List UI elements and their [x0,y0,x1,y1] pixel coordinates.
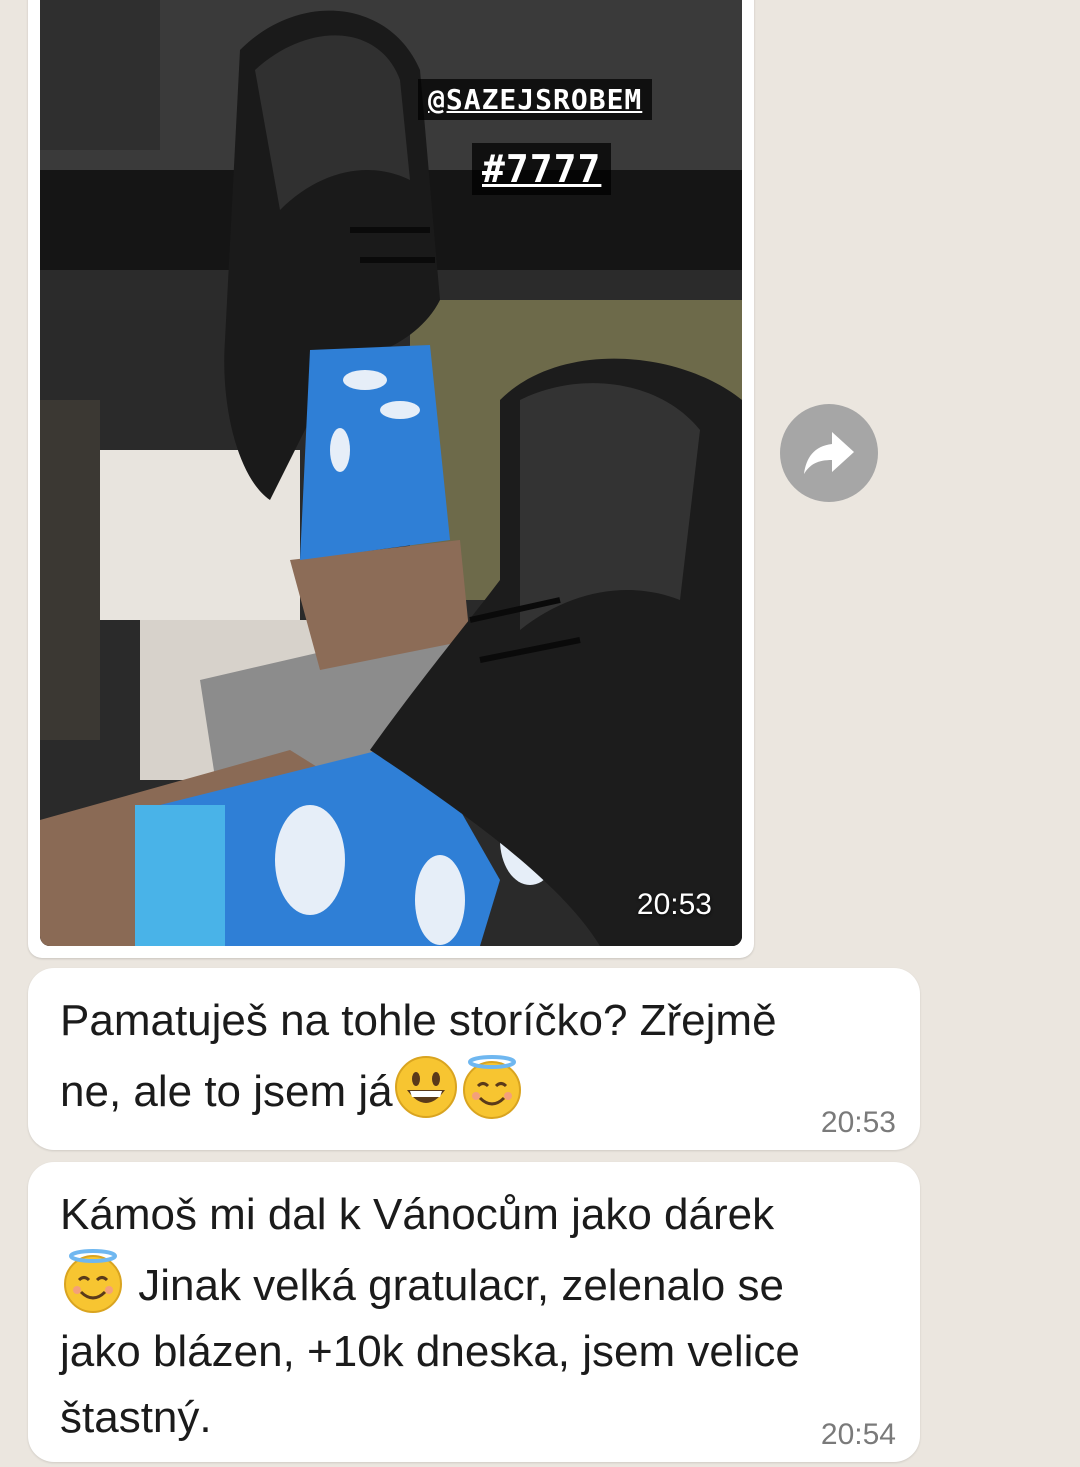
forward-button[interactable] [780,404,878,502]
story-handle-sticker: @SAZEJSROBEM [418,79,653,120]
image-timestamp: 20:53 [636,888,712,921]
message-text-line: jako blázen, +10k dneska, jsem velice [60,1327,800,1376]
message-text-line: ne, ale to jsem já [60,1067,393,1116]
forward-arrow-icon [804,432,854,474]
smiling-face-with-halo-emoji-icon [459,1054,525,1120]
image-message-bubble[interactable]: @SAZEJSROBEM #7777 20:53 [28,0,754,958]
message-text-line: štastný. [60,1393,212,1442]
message-text-line: Pamatuješ na tohle storíčko? Zřejmě [60,996,777,1045]
shoes-photo[interactable]: @SAZEJSROBEM #7777 20:53 [40,0,742,946]
message-text-line: Jinak velká gratulacr, zelenalo se [126,1261,784,1310]
smiling-face-with-halo-emoji-icon [60,1248,126,1314]
text-message-bubble[interactable]: Kámoš mi dal k Vánocům jako dárek Jinak … [28,1162,920,1462]
grinning-face-emoji-icon [393,1054,459,1120]
message-timestamp: 20:53 [820,1106,896,1139]
text-message-bubble[interactable]: Pamatuješ na tohle storíčko? Zřejmě ne, … [28,968,920,1150]
photo-illustration [40,0,742,946]
message-timestamp: 20:54 [820,1418,896,1451]
story-hashtag-sticker: #7777 [472,143,612,195]
message-text-line: Kámoš mi dal k Vánocům jako dárek [60,1190,775,1239]
